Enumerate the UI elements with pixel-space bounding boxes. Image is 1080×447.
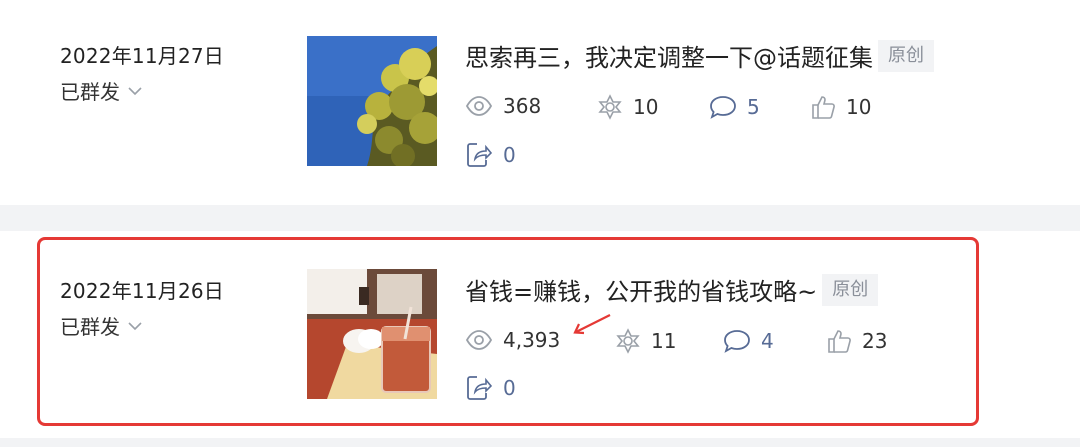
post-date: 2022年11月26日	[60, 279, 224, 303]
forward-icon	[467, 376, 493, 400]
likes-count: 10	[846, 95, 872, 119]
likes-stat: 23	[826, 328, 887, 354]
status-dropdown[interactable]: 已群发	[60, 311, 144, 340]
eye-icon	[465, 96, 493, 116]
share-ring-count: 11	[651, 329, 677, 353]
original-badge: 原创	[878, 39, 934, 72]
share-ring-stat: 11	[615, 328, 676, 354]
status-label: 已群发	[60, 80, 120, 104]
comment-icon	[710, 96, 736, 119]
chevron-down-icon	[128, 86, 142, 95]
views-count: 4,393	[503, 328, 561, 352]
forwards-stat[interactable]: 0	[465, 141, 516, 169]
original-badge: 原创	[822, 273, 879, 306]
chevron-down-icon	[128, 321, 142, 330]
post-thumbnail[interactable]	[307, 36, 437, 166]
comments-count: 5	[747, 95, 760, 119]
arrow-annotation-icon	[573, 314, 611, 335]
comments-stat[interactable]: 5	[709, 94, 760, 120]
status-dropdown[interactable]: 已群发	[60, 76, 144, 105]
eye-icon	[465, 330, 493, 350]
post-title[interactable]: 思索再三，我决定调整一下@话题征集	[465, 38, 873, 73]
thumbs-up-icon	[828, 330, 851, 353]
forwards-count: 0	[503, 376, 516, 400]
tree-photo	[307, 36, 437, 166]
comment-icon	[724, 330, 750, 353]
juice-photo	[307, 269, 437, 399]
post-row: 2022年11月26日 已群发 省钱=赚钱，公开我的省钱攻略~ 原创 4,393…	[0, 231, 1080, 438]
forwards-count: 0	[503, 143, 516, 167]
thumbs-up-icon	[812, 96, 835, 119]
forward-icon	[467, 143, 493, 167]
row-separator	[0, 438, 1080, 447]
post-title[interactable]: 省钱=赚钱，公开我的省钱攻略~	[465, 272, 817, 307]
post-list: 2022年11月27日 已群发 思索再三，我决定调整一下@话题征集 原创 368…	[0, 0, 1080, 447]
likes-count: 23	[862, 329, 888, 353]
post-title-line[interactable]: 思索再三，我决定调整一下@话题征集 原创	[465, 38, 934, 73]
views-stat: 368	[465, 94, 541, 118]
likes-stat: 10	[810, 94, 871, 120]
row-separator	[0, 205, 1080, 231]
post-row: 2022年11月27日 已群发 思索再三，我决定调整一下@话题征集 原创 368…	[0, 0, 1080, 205]
post-thumbnail[interactable]	[307, 269, 437, 399]
post-date: 2022年11月27日	[60, 44, 224, 68]
share-ring-count: 10	[633, 95, 659, 119]
forwards-stat[interactable]: 0	[465, 374, 516, 402]
share-ring-stat: 10	[597, 94, 658, 120]
post-title-line[interactable]: 省钱=赚钱，公开我的省钱攻略~ 原创	[465, 272, 879, 307]
share-ring-icon	[598, 94, 622, 120]
share-ring-icon	[616, 328, 640, 354]
status-label: 已群发	[60, 315, 120, 339]
comments-count: 4	[761, 329, 774, 353]
comments-stat[interactable]: 4	[723, 328, 774, 354]
views-stat: 4,393	[465, 328, 560, 352]
views-count: 368	[503, 94, 542, 118]
